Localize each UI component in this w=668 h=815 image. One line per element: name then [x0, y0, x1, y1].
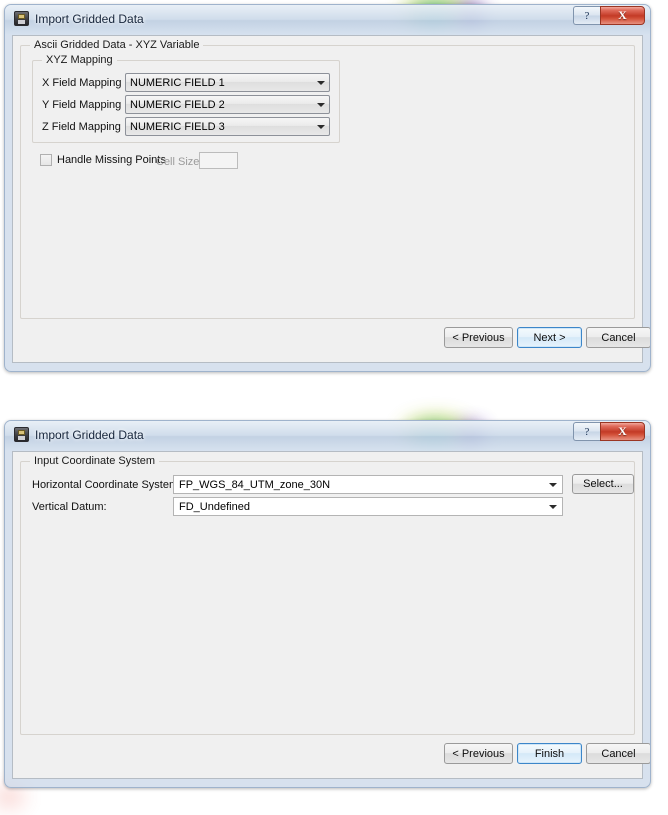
cancel-button[interactable]: Cancel [586, 327, 650, 348]
x-field-mapping-combo[interactable]: NUMERIC FIELD 1 [125, 73, 330, 92]
cell-size-label: Cell Size: [156, 156, 203, 168]
z-field-mapping-value: NUMERIC FIELD 3 [130, 120, 225, 133]
chevron-down-icon [312, 102, 329, 107]
y-field-mapping-value: NUMERIC FIELD 2 [130, 98, 225, 111]
select-coordinate-system-button[interactable]: Select... [572, 474, 634, 494]
title-left-coordinate-system: Import Gridded Data [14, 427, 144, 442]
chevron-down-icon [312, 124, 329, 129]
previous-button[interactable]: < Previous [444, 327, 513, 348]
dialog-import-gridded-data-coordinate-system: Import Gridded Data ? X Input Coordinate… [4, 420, 651, 788]
next-button[interactable]: Next > [517, 327, 582, 348]
handle-missing-points-checkbox[interactable]: Handle Missing Points [40, 154, 166, 166]
chevron-down-icon [312, 80, 329, 85]
horizontal-coordinate-system-combo[interactable]: FP_WGS_84_UTM_zone_30N [173, 475, 563, 494]
help-button[interactable]: ? [573, 422, 600, 441]
dialog-client-xyz: Ascii Gridded Data - XYZ Variable XYZ Ma… [12, 35, 650, 363]
close-button[interactable]: X [600, 422, 645, 441]
window-title: Import Gridded Data [35, 427, 144, 442]
group-input-coordinate-system-title: Input Coordinate System [30, 455, 160, 467]
window-title: Import Gridded Data [35, 11, 144, 26]
vertical-datum-combo[interactable]: FD_Undefined [173, 497, 563, 516]
horizontal-coordinate-system-label: Horizontal Coordinate System: [32, 479, 182, 491]
dialog-import-gridded-data-xyz: Import Gridded Data ? X Ascii Gridded Da… [4, 4, 651, 372]
z-field-mapping-label: Z Field Mapping [42, 121, 121, 133]
help-button[interactable]: ? [573, 6, 600, 25]
group-input-coordinate-system: Input Coordinate System Horizontal Coord… [20, 455, 635, 735]
finish-button[interactable]: Finish [517, 743, 582, 764]
checkbox-indicator [40, 154, 52, 166]
y-field-mapping-label: Y Field Mapping [42, 99, 122, 111]
chevron-down-icon [544, 504, 562, 509]
y-field-mapping-combo[interactable]: NUMERIC FIELD 2 [125, 95, 330, 114]
handle-missing-points-label: Handle Missing Points [57, 154, 166, 166]
caption-buttons-coordinate-system: ? X [573, 422, 645, 441]
caption-buttons-xyz: ? X [573, 6, 645, 25]
group-ascii-gridded-data-title: Ascii Gridded Data - XYZ Variable [30, 39, 204, 51]
vertical-datum-value: FD_Undefined [179, 500, 250, 513]
group-xyz-mapping: XYZ Mapping X Field Mapping NUMERIC FIEL… [32, 54, 340, 143]
cell-size-input[interactable] [199, 152, 238, 169]
previous-button[interactable]: < Previous [444, 743, 513, 764]
app-save-icon [14, 427, 29, 442]
dialog-client-coordinate-system: Input Coordinate System Horizontal Coord… [12, 451, 650, 779]
titlebar-xyz[interactable]: Import Gridded Data ? X [5, 5, 650, 35]
title-left-xyz: Import Gridded Data [14, 11, 144, 26]
app-save-icon [14, 11, 29, 26]
close-button[interactable]: X [600, 6, 645, 25]
cancel-button[interactable]: Cancel [586, 743, 650, 764]
z-field-mapping-combo[interactable]: NUMERIC FIELD 3 [125, 117, 330, 136]
group-ascii-gridded-data: Ascii Gridded Data - XYZ Variable XYZ Ma… [20, 39, 635, 319]
horizontal-coordinate-system-value: FP_WGS_84_UTM_zone_30N [179, 478, 331, 491]
chevron-down-icon [544, 482, 562, 487]
vertical-datum-label: Vertical Datum: [32, 501, 107, 513]
group-xyz-mapping-title: XYZ Mapping [42, 54, 117, 66]
x-field-mapping-label: X Field Mapping [42, 77, 122, 89]
x-field-mapping-value: NUMERIC FIELD 1 [130, 76, 225, 89]
titlebar-coordinate-system[interactable]: Import Gridded Data ? X [5, 421, 650, 451]
